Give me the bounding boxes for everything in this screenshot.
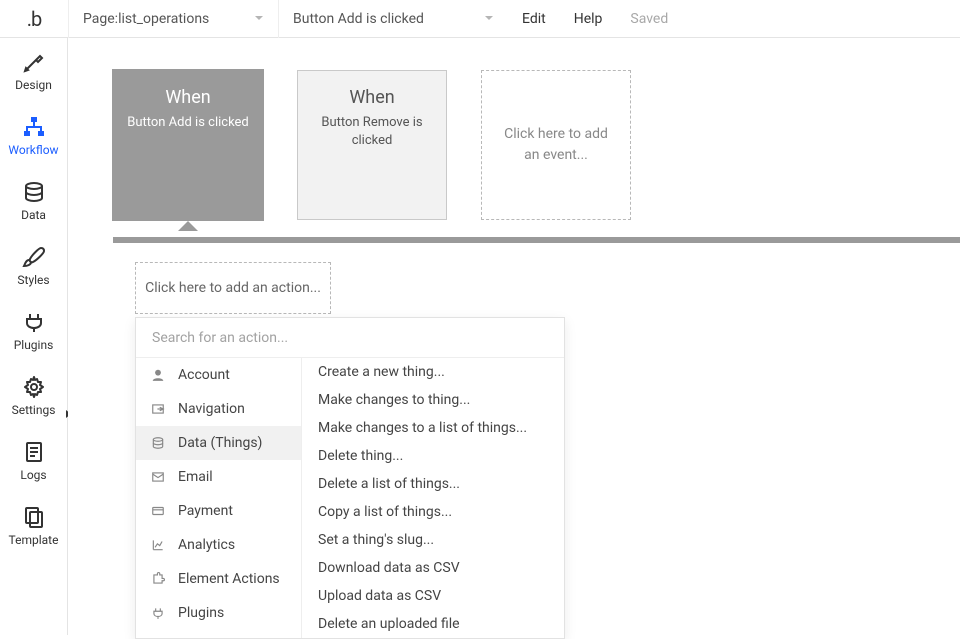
chevron-down-icon	[232, 11, 264, 27]
action-category-list: Account Navigation Data (Things) Email P…	[136, 358, 302, 638]
sidebar-item-design[interactable]: Design	[0, 38, 67, 103]
category-label: Element Actions	[178, 571, 280, 587]
sidebar-item-logs[interactable]: Logs	[0, 428, 67, 493]
action-add-label: Click here to add an action...	[145, 280, 321, 296]
event-card[interactable]: When Button Remove is clicked	[297, 70, 447, 220]
action-item[interactable]: Download data as CSV	[302, 554, 564, 582]
category-label: Data (Things)	[178, 435, 262, 451]
category-data[interactable]: Data (Things)	[136, 426, 301, 460]
action-item[interactable]: Copy a list of things...	[302, 498, 564, 526]
action-item[interactable]: Delete a list of things...	[302, 470, 564, 498]
sidebar-item-label: Settings	[12, 403, 56, 417]
puzzle-icon	[150, 572, 166, 586]
category-navigation[interactable]: Navigation	[136, 392, 301, 426]
sidebar-item-settings[interactable]: Settings	[0, 363, 67, 428]
event-add-label: Click here to add an event...	[498, 124, 614, 166]
event-description: Button Add is clicked	[119, 114, 257, 132]
sidebar-item-label: Styles	[17, 273, 49, 287]
page-selector-prefix: Page:	[83, 11, 118, 27]
workflow-divider	[113, 237, 960, 243]
database-icon	[22, 180, 46, 204]
template-icon	[22, 505, 46, 529]
category-plugins[interactable]: Plugins	[136, 596, 301, 630]
event-when-label: When	[165, 87, 210, 108]
action-add-button[interactable]: Click here to add an action...	[135, 262, 331, 314]
sidebar-item-data[interactable]: Data	[0, 168, 67, 233]
sidebar-item-workflow[interactable]: Workflow	[0, 103, 67, 168]
save-status: Saved	[616, 0, 682, 38]
sidebar-item-label: Workflow	[8, 143, 58, 157]
action-item[interactable]: Delete an uploaded file	[302, 610, 564, 638]
category-account[interactable]: Account	[136, 358, 301, 392]
action-item[interactable]: Delete thing...	[302, 442, 564, 470]
workflow-icon	[22, 115, 46, 139]
category-label: Account	[178, 367, 230, 383]
event-when-label: When	[349, 87, 394, 108]
event-selector-value: Button Add is clicked	[293, 11, 424, 27]
brush-icon	[22, 245, 46, 269]
event-description: Button Remove is clicked	[298, 114, 446, 149]
action-list: Create a new thing... Make changes to th…	[302, 358, 564, 638]
category-element[interactable]: Element Actions	[136, 562, 301, 596]
sidebar-item-styles[interactable]: Styles	[0, 233, 67, 298]
category-label: Payment	[178, 503, 233, 519]
action-item[interactable]: Make changes to a list of things...	[302, 414, 564, 442]
category-label: Email	[178, 469, 213, 485]
plug-icon	[150, 606, 166, 620]
action-item[interactable]: Make changes to thing...	[302, 386, 564, 414]
sidebar-item-label: Logs	[20, 468, 46, 482]
page-selector[interactable]: Page: list_operations	[68, 0, 278, 38]
gear-icon	[22, 375, 46, 399]
category-label: Plugins	[178, 605, 224, 621]
category-analytics[interactable]: Analytics	[136, 528, 301, 562]
category-email[interactable]: Email	[136, 460, 301, 494]
sidebar-item-template[interactable]: Template	[0, 493, 67, 558]
page-selector-value: list_operations	[118, 11, 209, 27]
search-placeholder: Search for an action...	[152, 330, 288, 346]
category-label: Navigation	[178, 401, 245, 417]
database-icon	[150, 436, 166, 450]
sidebar-item-label: Data	[21, 208, 46, 222]
chart-icon	[150, 538, 166, 552]
action-item[interactable]: Create a new thing...	[302, 358, 564, 386]
sidebar-item-label: Plugins	[14, 338, 54, 352]
left-sidebar: Design Workflow Data Styles Plugins Sett…	[0, 38, 68, 635]
logs-icon	[22, 440, 46, 464]
action-item[interactable]: Set a thing's slug...	[302, 526, 564, 554]
category-label: Analytics	[178, 537, 235, 553]
event-card[interactable]: When Button Add is clicked	[113, 70, 263, 220]
design-icon	[22, 50, 46, 74]
event-selector[interactable]: Button Add is clicked	[278, 0, 508, 38]
action-item[interactable]: Upload data as CSV	[302, 582, 564, 610]
mail-icon	[150, 470, 166, 484]
help-menu[interactable]: Help	[560, 0, 617, 38]
user-icon	[150, 368, 166, 382]
event-add-button[interactable]: Click here to add an event...	[481, 70, 631, 220]
app-logo[interactable]: .b	[0, 0, 68, 38]
plug-icon	[22, 310, 46, 334]
chevron-down-icon	[462, 11, 494, 27]
navigation-icon	[150, 402, 166, 416]
action-picker-popover: Search for an action... Account Navigati…	[135, 317, 565, 639]
edit-menu[interactable]: Edit	[508, 0, 560, 38]
sidebar-item-plugins[interactable]: Plugins	[0, 298, 67, 363]
card-icon	[150, 504, 166, 518]
sidebar-item-label: Design	[15, 78, 52, 92]
category-payment[interactable]: Payment	[136, 494, 301, 528]
action-search-input[interactable]: Search for an action...	[136, 318, 564, 358]
sidebar-item-label: Template	[9, 533, 59, 547]
